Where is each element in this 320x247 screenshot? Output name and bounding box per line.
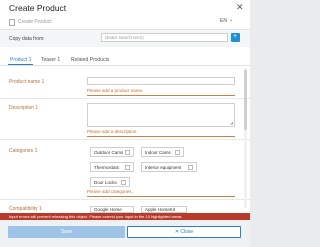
document-icon bbox=[9, 19, 15, 26]
description-error: Please add a description. bbox=[87, 129, 138, 134]
checkbox[interactable] bbox=[125, 150, 130, 155]
tab-related-products[interactable]: Related Products bbox=[71, 57, 109, 63]
checkbox[interactable] bbox=[175, 150, 180, 155]
divider bbox=[0, 199, 250, 200]
divider bbox=[0, 98, 250, 99]
checkbox[interactable] bbox=[188, 165, 193, 170]
product-name-error: Please add a product name. bbox=[87, 88, 144, 93]
product-name-label: Product name 1 bbox=[9, 79, 45, 85]
category-option-indoor-cams[interactable]: Indoor Cams bbox=[141, 147, 184, 157]
resize-handle-icon[interactable]: ◢ bbox=[230, 121, 233, 125]
categories-error: Please add categories. bbox=[87, 189, 133, 194]
close-button-label: Close bbox=[180, 229, 194, 235]
error-underline bbox=[87, 196, 235, 197]
compatibility-label: Compatibility 1 bbox=[9, 206, 42, 212]
divider bbox=[0, 139, 250, 140]
close-icon[interactable]: ✕ bbox=[236, 3, 244, 12]
chevron-down-icon[interactable]: ⌄ bbox=[229, 17, 233, 23]
copy-data-search-input[interactable]: (Enter search term) bbox=[101, 33, 228, 42]
error-underline bbox=[87, 136, 235, 137]
language-select[interactable]: EN bbox=[220, 18, 227, 24]
validation-error-banner: Input errors will prevent releasing this… bbox=[0, 213, 250, 220]
close-icon: ✕ bbox=[174, 229, 179, 235]
scrollbar-thumb[interactable] bbox=[244, 70, 247, 130]
category-option-thermostats[interactable]: Thermostats bbox=[90, 162, 134, 172]
description-textarea[interactable] bbox=[87, 103, 235, 127]
checkbox[interactable] bbox=[125, 165, 130, 170]
copy-data-label: Copy data from: bbox=[9, 36, 45, 42]
category-option-interior-equipment[interactable]: Interior equipment bbox=[141, 162, 197, 172]
tab-teaser[interactable]: Teaser 1 bbox=[41, 57, 60, 63]
product-name-input[interactable] bbox=[87, 77, 235, 85]
category-option-door-locks[interactable]: Door Locks bbox=[90, 177, 130, 187]
categories-label: Categories 1 bbox=[9, 148, 38, 154]
error-underline bbox=[87, 95, 235, 96]
save-button[interactable]: Save bbox=[8, 226, 125, 238]
description-label: Description 1 bbox=[9, 105, 39, 111]
category-option-outdoor-cams[interactable]: Outdoor Cams bbox=[90, 147, 134, 157]
copy-data-add-button[interactable]: + bbox=[231, 33, 240, 42]
plus-icon: + bbox=[233, 33, 238, 40]
dialog-title: Create Product bbox=[9, 3, 67, 13]
compatibility-option-google-home[interactable]: Google Home bbox=[90, 206, 134, 213]
close-button[interactable]: ✕ Close bbox=[127, 226, 241, 238]
tab-product[interactable]: Product 1 bbox=[10, 57, 31, 63]
divider bbox=[0, 65, 250, 66]
checkbox[interactable] bbox=[121, 180, 126, 185]
compatibility-option-apple-homekit[interactable]: Apple HomeKit bbox=[141, 206, 187, 213]
dialog-subtitle: Create Product bbox=[18, 19, 52, 25]
create-product-dialog: Create Product ✕ Create Product EN ⌄ Cop… bbox=[0, 0, 250, 247]
